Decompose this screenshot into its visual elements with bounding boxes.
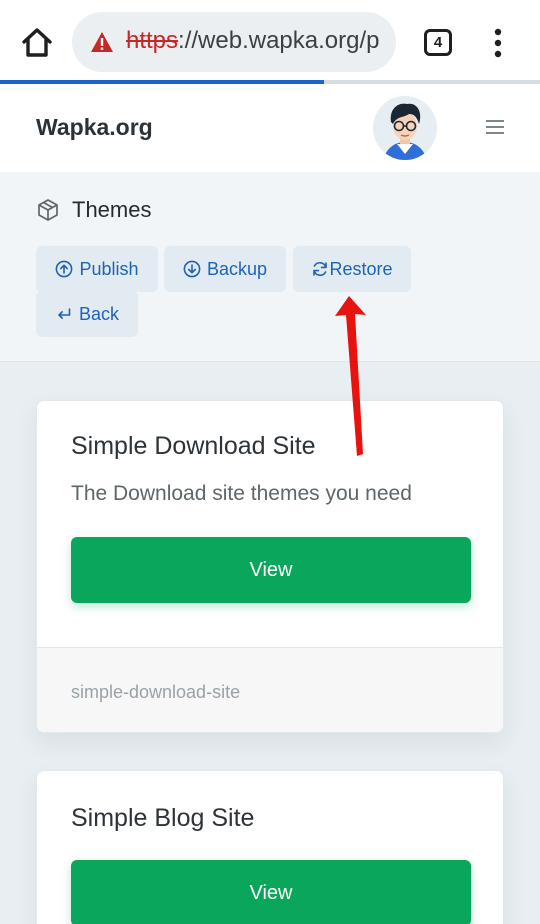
backup-button[interactable]: Backup <box>164 246 286 292</box>
back-button-label: Back <box>78 303 120 324</box>
publish-button-label: Publish <box>79 258 139 279</box>
theme-card: Simple Download Site The Download site t… <box>36 400 504 733</box>
refresh-icon <box>313 261 328 277</box>
home-icon[interactable] <box>18 24 56 62</box>
warning-icon <box>91 32 113 52</box>
box-icon <box>38 199 58 221</box>
view-button[interactable]: View <box>71 537 471 603</box>
theme-card-title: Simple Blog Site <box>71 804 255 832</box>
backup-button-label: Backup <box>206 258 268 279</box>
site-brand[interactable]: Wapka.org <box>36 114 153 141</box>
theme-card-title: Simple Download Site <box>71 432 316 460</box>
theme-card-slug: simple-download-site <box>71 682 241 702</box>
back-button[interactable]: Back <box>36 291 138 337</box>
restore-button-label: Restore <box>329 258 393 279</box>
url-scheme: https <box>126 27 179 54</box>
section-title-row: Themes <box>36 196 151 224</box>
arrow-down-circle-icon <box>183 260 201 278</box>
hamburger-icon[interactable] <box>486 120 504 134</box>
more-vert-icon[interactable] <box>488 28 508 58</box>
return-arrow-icon <box>58 308 71 319</box>
url-host-path: ://web.wapka.org/p <box>178 27 380 54</box>
avatar-illustration <box>373 96 437 160</box>
address-bar[interactable]: https://web.wapka.org/p <box>72 12 396 72</box>
arrow-up-circle-icon <box>56 260 73 278</box>
themes-section: Themes Publish Backup Restore Back <box>0 172 540 362</box>
publish-button[interactable]: Publish <box>36 246 158 292</box>
browser-toolbar: https://web.wapka.org/p 4 <box>0 0 540 84</box>
theme-card: Simple Blog Site View <box>36 770 504 924</box>
page-title: Themes <box>72 197 152 222</box>
avatar[interactable] <box>373 96 437 160</box>
view-button[interactable]: View <box>71 860 471 924</box>
url-text: https://web.wapka.org/p <box>126 27 379 55</box>
theme-card-description: The Download site themes you need <box>71 482 412 505</box>
theme-card-footer: simple-download-site <box>37 647 503 732</box>
tab-switcher-button[interactable]: 4 <box>424 29 452 56</box>
annotation-arrow <box>335 296 366 456</box>
site-header: Wapka.org <box>0 84 540 172</box>
